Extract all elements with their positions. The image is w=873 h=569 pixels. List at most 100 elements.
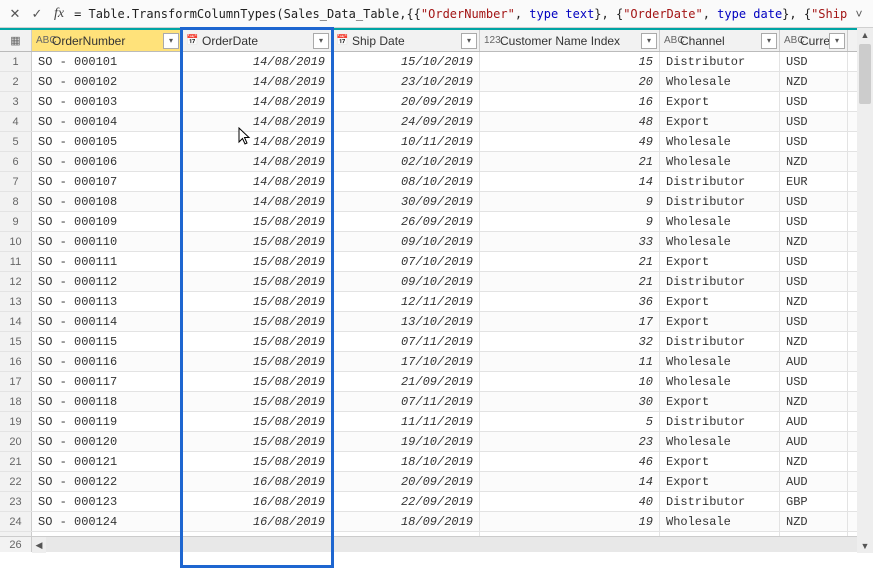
cell-ordernumber[interactable]: SO - 000112	[32, 272, 182, 291]
cell-shipdate[interactable]: 30/09/2019	[332, 192, 480, 211]
cell-customer-index[interactable]: 20	[480, 72, 660, 91]
row-number[interactable]: 20	[0, 432, 32, 451]
row-number[interactable]: 2	[0, 72, 32, 91]
cell-channel[interactable]: Distributor	[660, 52, 780, 71]
cell-orderdate[interactable]: 16/08/2019	[182, 532, 332, 536]
row-number[interactable]: 15	[0, 332, 32, 351]
row-number[interactable]: 9	[0, 212, 32, 231]
cell-orderdate[interactable]: 15/08/2019	[182, 352, 332, 371]
cell-channel[interactable]: Distributor	[660, 412, 780, 431]
cell-channel[interactable]: Distributor	[660, 172, 780, 191]
table-row[interactable]: 14SO - 00011415/08/201913/10/201917Expor…	[0, 312, 873, 332]
cell-ordernumber[interactable]: SO - 000101	[32, 52, 182, 71]
column-filter-dropdown[interactable]: ▾	[163, 33, 179, 49]
row-number[interactable]: 4	[0, 112, 32, 131]
column-header-customer-name-index[interactable]: 123Customer Name Index▾	[480, 30, 660, 51]
cell-channel[interactable]: Export	[660, 312, 780, 331]
cell-ordernumber[interactable]: SO - 000120	[32, 432, 182, 451]
cell-orderdate[interactable]: 14/08/2019	[182, 52, 332, 71]
cell-shipdate[interactable]: 26/09/2019	[332, 212, 480, 231]
cell-channel[interactable]: Wholesale	[660, 232, 780, 251]
row-number[interactable]: 10	[0, 232, 32, 251]
cell-currency[interactable]: NZD	[780, 392, 848, 411]
table-row[interactable]: 2SO - 00010214/08/201923/10/201920Wholes…	[0, 72, 873, 92]
cell-currency[interactable]: USD	[780, 112, 848, 131]
cell-currency[interactable]: USD	[780, 52, 848, 71]
cell-channel[interactable]: Export	[660, 292, 780, 311]
cell-channel[interactable]: Wholesale	[660, 372, 780, 391]
cell-currency[interactable]: USD	[780, 252, 848, 271]
cell-ordernumber[interactable]: SO - 000107	[32, 172, 182, 191]
cell-currency[interactable]: NZD	[780, 452, 848, 471]
cell-currency[interactable]: AUD	[780, 472, 848, 491]
cell-customer-index[interactable]: 46	[480, 452, 660, 471]
cell-currency[interactable]: AUD	[780, 352, 848, 371]
cell-customer-index[interactable]: 16	[480, 92, 660, 111]
cell-currency[interactable]: USD	[780, 132, 848, 151]
cell-currency[interactable]: NZD	[780, 532, 848, 536]
cell-currency[interactable]: USD	[780, 192, 848, 211]
cell-customer-index[interactable]: 48	[480, 112, 660, 131]
cell-customer-index[interactable]: 49	[480, 132, 660, 151]
cell-channel[interactable]: Wholesale	[660, 532, 780, 536]
cell-customer-index[interactable]: 9	[480, 192, 660, 211]
cell-customer-index[interactable]: 21	[480, 272, 660, 291]
cell-ordernumber[interactable]: SO - 000114	[32, 312, 182, 331]
cell-channel[interactable]: Export	[660, 452, 780, 471]
cell-customer-index[interactable]: 14	[480, 472, 660, 491]
cell-currency[interactable]: NZD	[780, 152, 848, 171]
table-row[interactable]: 18SO - 00011815/08/201907/11/201930Expor…	[0, 392, 873, 412]
cell-shipdate[interactable]: 20/09/2019	[332, 472, 480, 491]
cell-currency[interactable]: USD	[780, 312, 848, 331]
cell-ordernumber[interactable]: SO - 000125	[32, 532, 182, 536]
cell-orderdate[interactable]: 15/08/2019	[182, 312, 332, 331]
cell-currency[interactable]: NZD	[780, 72, 848, 91]
row-number[interactable]: 3	[0, 92, 32, 111]
cell-orderdate[interactable]: 16/08/2019	[182, 472, 332, 491]
column-header-channel[interactable]: ABCChannel▾	[660, 30, 780, 51]
cell-channel[interactable]: Wholesale	[660, 432, 780, 451]
row-number[interactable]: 25	[0, 532, 32, 536]
cell-ordernumber[interactable]: SO - 000124	[32, 512, 182, 531]
table-row[interactable]: 11SO - 00011115/08/201907/10/201921Expor…	[0, 252, 873, 272]
table-row[interactable]: 12SO - 00011215/08/201909/10/201921Distr…	[0, 272, 873, 292]
text-type-icon[interactable]: ABC	[36, 35, 52, 46]
cell-orderdate[interactable]: 15/08/2019	[182, 392, 332, 411]
cancel-icon[interactable]: ✕	[4, 3, 26, 25]
cell-shipdate[interactable]: 09/10/2019	[332, 272, 480, 291]
cell-orderdate[interactable]: 16/08/2019	[182, 492, 332, 511]
cell-customer-index[interactable]: 15	[480, 52, 660, 71]
number-type-icon[interactable]: 123	[484, 35, 500, 46]
column-filter-dropdown[interactable]: ▾	[313, 33, 329, 49]
cell-ordernumber[interactable]: SO - 000111	[32, 252, 182, 271]
table-row[interactable]: 10SO - 00011015/08/201909/10/201933Whole…	[0, 232, 873, 252]
row-number[interactable]: 18	[0, 392, 32, 411]
table-row[interactable]: 1SO - 00010114/08/201915/10/201915Distri…	[0, 52, 873, 72]
cell-ordernumber[interactable]: SO - 000102	[32, 72, 182, 91]
cell-shipdate[interactable]: 23/10/2019	[332, 72, 480, 91]
cell-shipdate[interactable]: 24/09/2019	[332, 112, 480, 131]
cell-ordernumber[interactable]: SO - 000121	[32, 452, 182, 471]
table-row[interactable]: 19SO - 00011915/08/201911/11/20195Distri…	[0, 412, 873, 432]
table-row[interactable]: 21SO - 00012115/08/201918/10/201946Expor…	[0, 452, 873, 472]
column-header-ordernumber[interactable]: ABCOrderNumber▾	[32, 30, 182, 51]
cell-shipdate[interactable]: 15/10/2019	[332, 52, 480, 71]
cell-orderdate[interactable]: 15/08/2019	[182, 232, 332, 251]
cell-channel[interactable]: Distributor	[660, 272, 780, 291]
cell-channel[interactable]: Export	[660, 392, 780, 411]
cell-shipdate[interactable]: 17/10/2019	[332, 352, 480, 371]
cell-channel[interactable]: Wholesale	[660, 72, 780, 91]
column-filter-dropdown[interactable]: ▾	[641, 33, 657, 49]
cell-ordernumber[interactable]: SO - 000119	[32, 412, 182, 431]
cell-ordernumber[interactable]: SO - 000116	[32, 352, 182, 371]
cell-ordernumber[interactable]: SO - 000108	[32, 192, 182, 211]
cell-customer-index[interactable]: 14	[480, 172, 660, 191]
cell-ordernumber[interactable]: SO - 000103	[32, 92, 182, 111]
cell-ordernumber[interactable]: SO - 000106	[32, 152, 182, 171]
cell-customer-index[interactable]: 17	[480, 312, 660, 331]
cell-orderdate[interactable]: 15/08/2019	[182, 452, 332, 471]
column-header-orderdate[interactable]: 📅OrderDate▾	[182, 30, 332, 51]
cell-currency[interactable]: USD	[780, 92, 848, 111]
cell-shipdate[interactable]: 22/09/2019	[332, 492, 480, 511]
cell-shipdate[interactable]: 13/10/2019	[332, 312, 480, 331]
